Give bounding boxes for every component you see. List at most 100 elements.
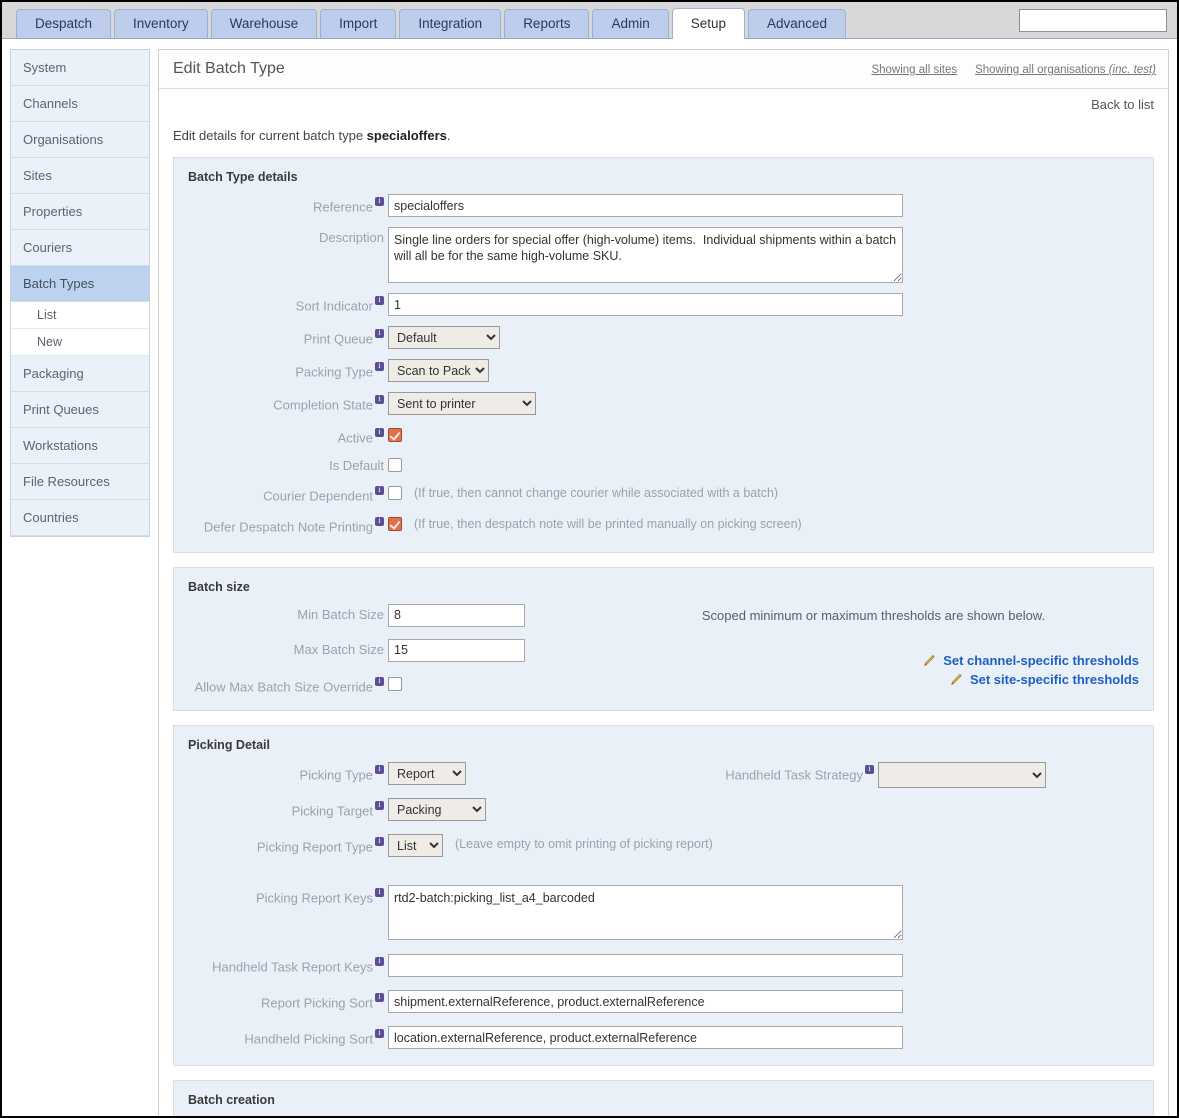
label-allow-override: Allow Max Batch Size Override: [188, 674, 388, 694]
tab-integration[interactable]: Integration: [399, 9, 502, 38]
help-icon[interactable]: [375, 195, 384, 206]
batch-size-left: Min Batch Size Max Batch Size Allow Max …: [188, 603, 608, 694]
label-allow-override-text: Allow Max Batch Size Override: [194, 679, 373, 695]
help-icon[interactable]: [375, 886, 384, 898]
label-completion-state: Completion State: [188, 392, 388, 412]
picking-target-select[interactable]: Packing: [388, 798, 486, 822]
tab-warehouse[interactable]: Warehouse: [210, 9, 318, 38]
label-packing-type-text: Packing Type: [295, 364, 373, 380]
help-icon[interactable]: [375, 991, 384, 1003]
set-channel-specific-thresholds-link[interactable]: Set channel-specific thresholds: [943, 653, 1139, 668]
batch-size-body: Min Batch Size Max Batch Size Allow Max …: [188, 603, 1139, 694]
handheld-task-strategy-select[interactable]: [878, 762, 1046, 789]
label-print-queue-text: Print Queue: [303, 331, 373, 347]
reference-input[interactable]: [388, 194, 903, 217]
page-body: System Channels Organisations Sites Prop…: [2, 39, 1177, 1116]
tab-inventory[interactable]: Inventory: [114, 9, 208, 38]
tab-setup[interactable]: Setup: [671, 8, 746, 39]
sidebar-subitem-list[interactable]: List: [11, 302, 149, 329]
sidebar-item-organisations[interactable]: Organisations: [11, 122, 149, 158]
max-batch-size-input[interactable]: [388, 638, 525, 662]
allow-max-batch-size-override-checkbox[interactable]: [388, 676, 402, 691]
sidebar-item-print-queues[interactable]: Print Queues: [11, 392, 149, 428]
scope-orgs-note: (inc. test): [1108, 64, 1156, 76]
sidebar-item-file-resources[interactable]: File Resources: [11, 464, 149, 500]
tab-admin[interactable]: Admin: [592, 9, 669, 38]
sidebar-item-couriers[interactable]: Couriers: [11, 230, 149, 266]
back-to-list-link[interactable]: Back to list: [1091, 97, 1154, 112]
report-picking-sort-input[interactable]: [388, 990, 903, 1014]
help-icon[interactable]: [375, 1027, 384, 1039]
main-tab-bar: Despatch Inventory Warehouse Import Inte…: [2, 2, 1177, 39]
showing-all-organisations-link[interactable]: Showing all organisations (inc. test): [975, 64, 1156, 76]
help-icon[interactable]: [375, 515, 384, 526]
label-picking-report-type: Picking Report Type: [188, 834, 388, 855]
courier-dependent-hint: (If true, then cannot change courier whi…: [414, 486, 779, 501]
active-checkbox[interactable]: [388, 428, 402, 442]
field-row-report-picking-sort: Report Picking Sort: [188, 990, 1139, 1014]
min-batch-size-input[interactable]: [388, 603, 525, 627]
help-icon[interactable]: [375, 484, 384, 496]
help-icon[interactable]: [375, 327, 384, 338]
sidebar-item-sites[interactable]: Sites: [11, 158, 149, 194]
sidebar-item-workstations[interactable]: Workstations: [11, 428, 149, 464]
label-report-picking-sort-text: Report Picking Sort: [261, 995, 373, 1011]
picking-report-keys-textarea[interactable]: rtd2-batch:picking_list_a4_barcoded: [388, 885, 903, 941]
handheld-picking-sort-input[interactable]: [388, 1026, 903, 1050]
picking-top-row: Picking Type Report Picking Target Packi…: [188, 762, 1139, 867]
print-queue-select[interactable]: Default: [388, 326, 500, 349]
label-picking-type-text: Picking Type: [299, 767, 373, 783]
help-icon[interactable]: [375, 799, 384, 811]
field-row-min-batch-size: Min Batch Size: [188, 603, 608, 627]
set-site-specific-thresholds-link[interactable]: Set site-specific thresholds: [970, 672, 1139, 687]
handheld-task-report-keys-input[interactable]: [388, 954, 903, 978]
label-sort-indicator: Sort Indicator: [188, 293, 388, 313]
packing-type-select[interactable]: Scan to Pack: [388, 359, 489, 382]
sort-indicator-input[interactable]: [388, 293, 903, 316]
help-icon[interactable]: [375, 426, 384, 437]
sidebar-subitem-new[interactable]: New: [11, 329, 149, 356]
field-row-max-batch-size: Max Batch Size: [188, 638, 608, 662]
help-icon[interactable]: [375, 360, 384, 371]
label-defer-despatch: Defer Despatch Note Printing: [188, 514, 388, 534]
label-picking-target: Picking Target: [188, 798, 388, 819]
sidebar-item-packaging[interactable]: Packaging: [11, 356, 149, 392]
field-row-handheld-task-strategy: Handheld Task Strategy: [718, 762, 1139, 789]
tab-despatch[interactable]: Despatch: [16, 9, 112, 38]
main-content: Edit Batch Type Showing all sites Showin…: [158, 49, 1169, 1116]
tab-reports[interactable]: Reports: [504, 9, 590, 38]
picking-right-column: Handheld Task Strategy: [718, 762, 1139, 867]
help-icon[interactable]: [375, 294, 384, 305]
defer-despatch-hint: (If true, then despatch note will be pri…: [414, 516, 802, 531]
intro-batch-type-name: specialoffers: [366, 128, 447, 143]
picking-type-select[interactable]: Report: [388, 762, 466, 786]
sidebar-item-properties[interactable]: Properties: [11, 194, 149, 230]
help-icon[interactable]: [375, 955, 384, 967]
page-title: Edit Batch Type: [173, 60, 285, 77]
panel-batch-size: Batch size Min Batch Size Max Batch Size…: [173, 566, 1154, 712]
help-icon[interactable]: [375, 393, 384, 404]
defer-despatch-checkbox[interactable]: [388, 516, 402, 531]
sidebar-item-channels[interactable]: Channels: [11, 86, 149, 122]
tab-advanced[interactable]: Advanced: [748, 9, 847, 38]
help-icon[interactable]: [375, 675, 384, 686]
field-row-completion-state: Completion State Sent to printer: [188, 392, 1139, 415]
help-icon[interactable]: [865, 763, 874, 775]
picking-report-type-select[interactable]: List: [388, 834, 443, 858]
sidebar-item-countries[interactable]: Countries: [11, 500, 149, 536]
label-picking-target-text: Picking Target: [291, 803, 373, 819]
search-input[interactable]: [1020, 10, 1177, 31]
tab-import[interactable]: Import: [320, 9, 397, 38]
global-search[interactable]: [1019, 9, 1177, 32]
showing-all-sites-link[interactable]: Showing all sites: [871, 64, 957, 76]
intro-prefix: Edit details for current batch type: [173, 128, 367, 143]
help-icon[interactable]: [375, 763, 384, 775]
sidebar-item-batch-types[interactable]: Batch Types: [11, 266, 149, 302]
label-is-default: Is Default: [329, 458, 384, 474]
courier-dependent-checkbox[interactable]: [388, 486, 402, 501]
help-icon[interactable]: [375, 835, 384, 847]
description-textarea[interactable]: Single line orders for special offer (hi…: [388, 227, 903, 283]
completion-state-select[interactable]: Sent to printer: [388, 392, 536, 415]
sidebar-item-system[interactable]: System: [11, 50, 149, 86]
is-default-checkbox[interactable]: [388, 458, 402, 473]
